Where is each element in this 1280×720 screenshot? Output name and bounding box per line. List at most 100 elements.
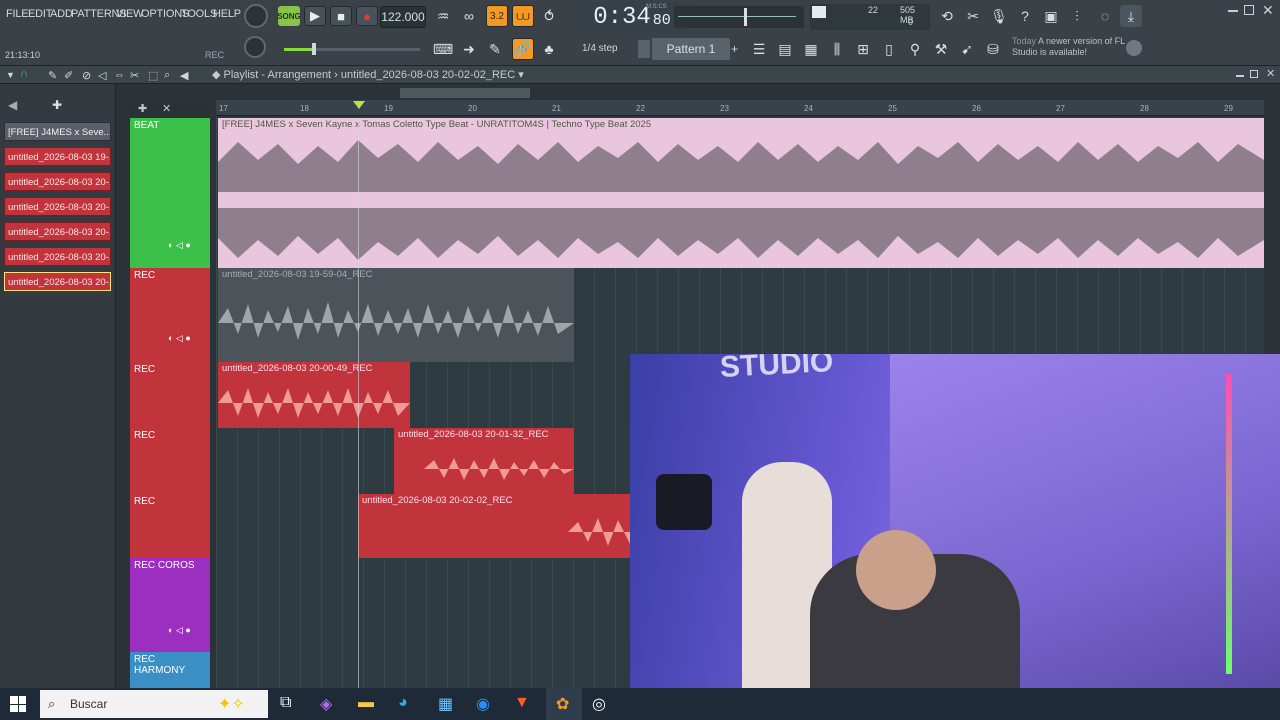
help-icon[interactable]: ?: [1014, 5, 1036, 27]
fl-studio-taskbar-item[interactable]: ✿: [546, 688, 582, 720]
zoom-tool-icon[interactable]: ⌕: [164, 69, 170, 82]
arrangement-name[interactable]: untitled_2026-08-03 20-02-02_REC: [341, 69, 515, 81]
audio-clip-rec[interactable]: untitled_2026-08-03 20-02-02_REC: [358, 494, 630, 558]
master-volume-knob[interactable]: [244, 4, 268, 28]
mixer-icon[interactable]: ⫶: [1066, 5, 1088, 27]
clip-list-item[interactable]: untitled_2026-08-03 19-...: [4, 147, 111, 166]
audio-clip-beat[interactable]: [FREE] J4MES x Seven Kayne x Tomas Colet…: [218, 118, 1264, 268]
update-notice[interactable]: Today A newer version of FL Studio is av…: [1012, 36, 1142, 58]
clip-list-item-selected[interactable]: untitled_2026-08-03 20-...: [4, 272, 111, 291]
shop-icon[interactable]: ⛁: [982, 38, 1004, 60]
timeline-ruler[interactable]: [216, 100, 1264, 116]
select-tool-icon[interactable]: ⬚: [148, 69, 158, 82]
windows-start-icon[interactable]: [10, 696, 26, 712]
restore-icon[interactable]: [1244, 5, 1254, 15]
track-mute-icon[interactable]: ◐ ◁ ●: [168, 625, 191, 636]
clip-list-item[interactable]: untitled_2026-08-03 20-...: [4, 197, 111, 216]
task-view-icon[interactable]: ⧉: [280, 694, 291, 712]
pattern-selector[interactable]: Pattern 1: [652, 38, 730, 60]
brave-icon[interactable]: ▼: [514, 694, 530, 712]
audio-clip-rec[interactable]: untitled_2026-08-03 19-59-04_REC: [218, 268, 574, 362]
copilot-icon[interactable]: ◈: [320, 694, 332, 714]
menu-add[interactable]: ADD: [50, 8, 73, 20]
wait-input-icon[interactable]: ∞: [458, 5, 480, 27]
pencil-icon[interactable]: ✎: [484, 38, 506, 60]
menu-file[interactable]: FILE: [6, 8, 29, 20]
arrow-icon[interactable]: ➜: [458, 38, 480, 60]
menu-help[interactable]: HELP: [213, 8, 241, 20]
slice-tool-icon[interactable]: ✂: [130, 69, 139, 82]
track-header-harmony[interactable]: REC HARMONY: [130, 652, 210, 688]
microphone-icon[interactable]: 🎙: [988, 5, 1010, 27]
piano-roll-icon[interactable]: ⌨: [432, 38, 454, 60]
link-button[interactable]: 🔗: [512, 38, 534, 60]
track-add-icon[interactable]: ✚: [138, 102, 147, 115]
menu-tools[interactable]: TOOLS: [181, 8, 217, 20]
obs-icon[interactable]: ◎: [592, 694, 606, 714]
countdown-button[interactable]: 3.2: [486, 5, 508, 27]
tools-icon[interactable]: ⚒: [930, 38, 952, 60]
file-explorer-icon[interactable]: ▬: [358, 694, 374, 712]
slip-tool-icon[interactable]: ⇔: [114, 69, 125, 81]
store-icon[interactable]: ▦: [438, 694, 453, 714]
metronome-icon[interactable]: ♒: [432, 5, 454, 27]
track-close-icon[interactable]: ✕: [162, 102, 171, 115]
playlist-minimize-icon[interactable]: [1236, 75, 1244, 77]
stop-button[interactable]: ■: [330, 6, 352, 26]
playlist-icon[interactable]: ☰: [748, 38, 770, 60]
dropdown-arrow-icon[interactable]: ▼: [6, 70, 15, 80]
plugin-icon[interactable]: ⚲: [904, 38, 926, 60]
menu-edit[interactable]: EDIT: [28, 8, 52, 20]
edge-icon[interactable]: ◕: [398, 694, 408, 712]
master-pitch-knob[interactable]: [244, 36, 266, 58]
minimize-icon[interactable]: [1228, 10, 1238, 12]
mute-tool-icon[interactable]: ◁: [98, 69, 106, 82]
add-pattern-icon[interactable]: +: [731, 42, 738, 56]
draw-tool-icon[interactable]: ✎: [48, 69, 57, 82]
playlist-maximize-icon[interactable]: [1250, 70, 1258, 78]
track-header-rec[interactable]: REC: [130, 428, 210, 494]
track-header-rec[interactable]: REC: [130, 362, 210, 428]
playback-tool-icon[interactable]: ◀: [180, 69, 188, 82]
close-icon[interactable]: ✕: [1262, 2, 1274, 19]
channel-rack-icon[interactable]: ▤: [774, 38, 796, 60]
delete-tool-icon[interactable]: ⊘: [82, 69, 91, 82]
track-header-coros[interactable]: REC COROS: [130, 558, 210, 652]
menu-view[interactable]: VIEW: [116, 8, 144, 20]
cut-icon[interactable]: ✂: [962, 5, 984, 27]
magnet-icon[interactable]: ∩: [20, 68, 28, 80]
outlook-icon[interactable]: ◉: [476, 694, 490, 714]
clip-list-item[interactable]: untitled_2026-08-03 20-...: [4, 222, 111, 241]
save-icon[interactable]: ▣: [1040, 5, 1062, 27]
play-button[interactable]: ▶: [304, 6, 326, 26]
tree-add-icon[interactable]: ✚: [52, 98, 62, 112]
horizontal-scrollbar[interactable]: [400, 88, 530, 98]
song-mode-button[interactable]: SONG: [277, 6, 301, 26]
track-header-rec[interactable]: REC: [130, 494, 210, 558]
nav-arrows-icon[interactable]: ◆: [212, 69, 224, 81]
clip-list-item[interactable]: [FREE] J4MES x Seve...: [4, 122, 111, 141]
mixer-faders-icon[interactable]: ⫼: [826, 38, 848, 60]
file-icon[interactable]: ▯: [878, 38, 900, 60]
stamp-icon[interactable]: ♣: [538, 38, 560, 60]
clip-list-item[interactable]: untitled_2026-08-03 20-...: [4, 247, 111, 266]
playlist-close-icon[interactable]: ✕: [1266, 67, 1275, 80]
tempo-display[interactable]: 122.000: [380, 6, 426, 28]
volume-slider[interactable]: [284, 43, 420, 55]
download-icon[interactable]: ⤓: [1120, 5, 1142, 27]
notice-gear-icon[interactable]: [1126, 40, 1142, 56]
track-mute-icon[interactable]: ◐ ◁ ●: [168, 333, 191, 344]
bird-icon[interactable]: ➹: [956, 38, 978, 60]
tree-nav-icon[interactable]: ◀: [8, 98, 17, 112]
paint-tool-icon[interactable]: ✐: [64, 69, 73, 82]
undo-history-icon[interactable]: ⟲: [936, 5, 958, 27]
audio-clip-rec[interactable]: untitled_2026-08-03 20-00-49_REC: [218, 362, 410, 428]
playhead-marker[interactable]: [353, 101, 365, 109]
track-mute-icon[interactable]: ◐ ◁ ●: [168, 240, 191, 251]
audio-clip-rec[interactable]: untitled_2026-08-03 20-01-32_REC: [394, 428, 574, 494]
record-button[interactable]: ●: [356, 6, 378, 26]
clip-list-item[interactable]: untitled_2026-08-03 20-...: [4, 172, 111, 191]
browser-icon[interactable]: ⊞: [852, 38, 874, 60]
snap-selector[interactable]: 1/4 step: [582, 43, 618, 54]
track-header-rec[interactable]: REC: [130, 268, 210, 362]
